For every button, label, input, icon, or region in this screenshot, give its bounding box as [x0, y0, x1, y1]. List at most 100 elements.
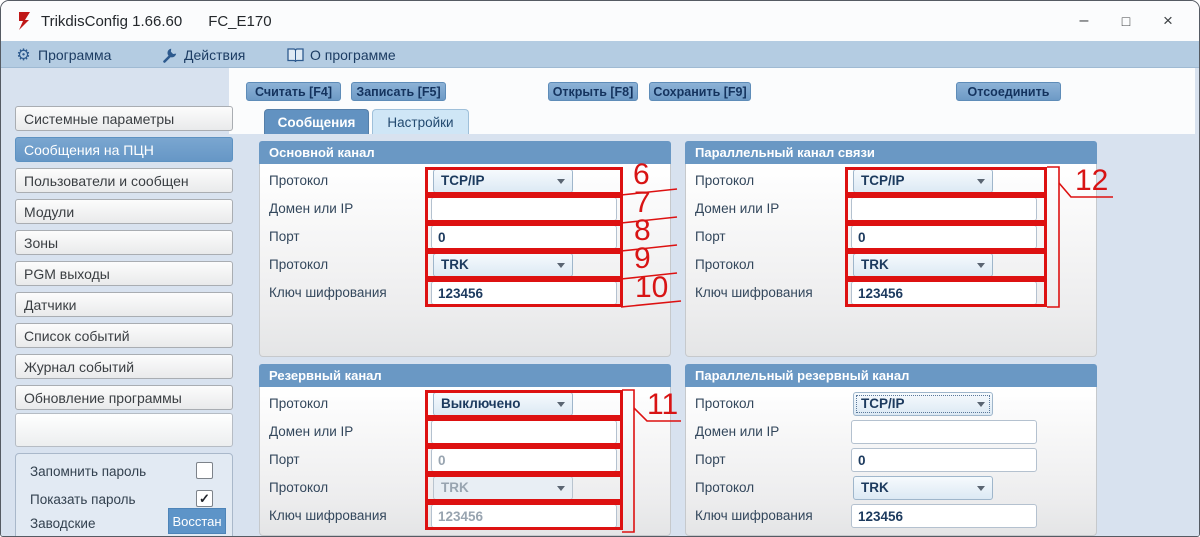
- field-label: Ключ шифрования: [695, 504, 813, 528]
- encryption-key-input[interactable]: [851, 504, 1037, 528]
- field-row: Порт: [685, 448, 1097, 472]
- sidebar-empty-box: [15, 413, 233, 447]
- field-label: Порт: [695, 225, 726, 249]
- field-label: Домен или IP: [695, 420, 779, 444]
- highlight-box: [845, 223, 1047, 251]
- field-label: Порт: [695, 448, 726, 472]
- show-password-label: Показать пароль: [30, 492, 136, 507]
- menu-about[interactable]: О программе: [287, 41, 396, 68]
- highlight-box: [425, 502, 623, 530]
- menu-actions-label: Действия: [184, 47, 245, 63]
- panel-title: Параллельный резервный канал: [695, 368, 909, 383]
- app-window: TrikdisConfig 1.66.60 FC_E170 – □ × ⚙ Пр…: [0, 0, 1200, 537]
- close-button[interactable]: ×: [1147, 11, 1189, 31]
- highlight-box: [845, 279, 1047, 307]
- chevron-down-icon: [977, 486, 985, 491]
- annotation-number-11: 11: [647, 391, 678, 419]
- field-label: Протокол: [695, 476, 754, 500]
- open-button[interactable]: Открыть [F8]: [548, 82, 638, 101]
- wrench-icon: [161, 46, 178, 63]
- sidebar-item-system-params[interactable]: Системные параметры: [15, 106, 233, 131]
- tab-messages[interactable]: Сообщения: [264, 109, 369, 134]
- field-label: Ключ шифрования: [695, 281, 813, 305]
- sidebar-item-sensors[interactable]: Датчики: [15, 292, 233, 317]
- minimize-button[interactable]: –: [1063, 12, 1105, 30]
- domain-input[interactable]: [851, 420, 1037, 444]
- remember-password-checkbox[interactable]: [196, 462, 213, 479]
- sidebar-item-modules[interactable]: Модули: [15, 199, 233, 224]
- annotation-number-12: 12: [1075, 167, 1108, 195]
- book-icon: [287, 46, 304, 63]
- highlight-box: [425, 251, 623, 279]
- tab-settings[interactable]: Настройки: [372, 109, 469, 134]
- field-row: Протокол TCP/IP: [685, 392, 1097, 416]
- trikdis-logo-icon: [17, 11, 32, 31]
- restore-button[interactable]: Восстан: [168, 508, 226, 534]
- highlight-box: [425, 279, 623, 307]
- gear-icon: ⚙: [15, 46, 32, 63]
- menu-about-label: О программе: [310, 47, 396, 63]
- sidebar-item-firmware-update[interactable]: Обновление программы: [15, 385, 233, 410]
- field-label: Порт: [269, 448, 300, 472]
- remember-password-label: Запомнить пароль: [30, 464, 146, 479]
- field-label: Ключ шифрования: [269, 504, 387, 528]
- highlight-box: [425, 474, 623, 502]
- sidebar-item-event-log[interactable]: Журнал событий: [15, 354, 233, 379]
- menu-bar: ⚙ Программа Действия О программе: [1, 41, 1199, 68]
- field-label: Протокол: [695, 392, 754, 416]
- show-password-checkbox[interactable]: ✓: [196, 490, 213, 507]
- sidebar-item-cms-messages[interactable]: Сообщения на ПЦН: [15, 137, 233, 162]
- sidebar-item-pgm-outputs[interactable]: PGM выходы: [15, 261, 233, 286]
- title-bar: TrikdisConfig 1.66.60 FC_E170 – □ ×: [1, 1, 1199, 41]
- sidebar-item-event-list[interactable]: Список событий: [15, 323, 233, 348]
- field-label: Протокол: [695, 253, 754, 277]
- menu-program-label: Программа: [38, 47, 111, 63]
- field-label: Домен или IP: [695, 197, 779, 221]
- field-label: Протокол: [269, 253, 328, 277]
- highlight-box: [425, 195, 623, 223]
- protocol-select[interactable]: TCP/IP: [853, 392, 993, 416]
- write-button[interactable]: Записать [F5]: [351, 82, 446, 101]
- highlight-box: [425, 223, 623, 251]
- field-label: Протокол: [269, 169, 328, 193]
- save-button[interactable]: Сохранить [F9]: [649, 82, 751, 101]
- port-input[interactable]: [851, 448, 1037, 472]
- field-label: Ключ шифрования: [269, 281, 387, 305]
- field-label: Протокол: [695, 169, 754, 193]
- disconnect-button[interactable]: Отсоединить: [956, 82, 1061, 101]
- highlight-box: [845, 251, 1047, 279]
- sidebar-footer-panel: Запомнить пароль Показать пароль ✓ Завод…: [15, 453, 233, 537]
- sidebar-item-zones[interactable]: Зоны: [15, 230, 233, 255]
- annotation-number-8: 8: [634, 217, 651, 245]
- screenshot-stage: TrikdisConfig 1.66.60 FC_E170 – □ × ⚙ Пр…: [0, 0, 1200, 537]
- highlight-box: [845, 195, 1047, 223]
- field-row: Протокол TRK: [685, 476, 1097, 500]
- menu-program[interactable]: ⚙ Программа: [15, 41, 111, 68]
- sidebar-item-users[interactable]: Пользователи и сообщен: [15, 168, 233, 193]
- annotation-number-10: 10: [635, 274, 668, 302]
- panel-title: Основной канал: [269, 145, 375, 160]
- app-title: TrikdisConfig 1.66.60: [41, 13, 182, 30]
- field-label: Домен или IP: [269, 420, 353, 444]
- field-label: Порт: [269, 225, 300, 249]
- maximize-button[interactable]: □: [1105, 13, 1147, 29]
- chevron-down-icon: [977, 402, 985, 407]
- highlight-box: [425, 390, 623, 418]
- read-button[interactable]: Считать [F4]: [246, 82, 341, 101]
- protocol2-select[interactable]: TRK: [853, 476, 993, 500]
- annotation-number-7: 7: [634, 189, 651, 217]
- field-label: Протокол: [269, 392, 328, 416]
- field-row: Домен или IP: [685, 420, 1097, 444]
- field-label: Домен или IP: [269, 197, 353, 221]
- factory-label: Заводские: [30, 516, 95, 531]
- highlight-box: [425, 167, 623, 195]
- field-row: Ключ шифрования: [685, 504, 1097, 528]
- panel-title: Резервный канал: [269, 368, 382, 383]
- select-value: TRK: [861, 477, 889, 499]
- annotation-number-9: 9: [634, 245, 651, 273]
- device-name: FC_E170: [208, 13, 271, 30]
- field-label: Протокол: [269, 476, 328, 500]
- menu-actions[interactable]: Действия: [161, 41, 245, 68]
- highlight-box: [845, 167, 1047, 195]
- highlight-box: [425, 446, 623, 474]
